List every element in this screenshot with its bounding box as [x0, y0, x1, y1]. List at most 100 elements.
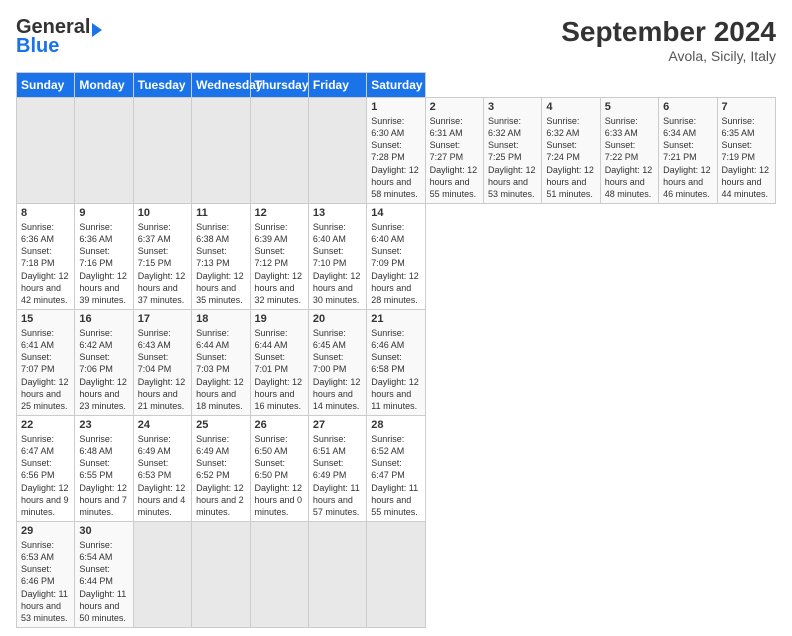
sunset-text: Sunset: 7:00 PM [313, 352, 347, 374]
day-info: Sunrise: 6:34 AMSunset: 7:21 PMDaylight:… [663, 115, 712, 200]
sunset-text: Sunset: 7:07 PM [21, 352, 55, 374]
sunset-text: Sunset: 6:55 PM [79, 458, 113, 480]
table-row: 2Sunrise: 6:31 AMSunset: 7:27 PMDaylight… [425, 98, 483, 204]
sunset-text: Sunset: 6:56 PM [21, 458, 55, 480]
table-row: 14 Sunrise: 6:40 AMSunset: 7:09 PMDayligh… [367, 203, 425, 309]
day-info: Sunrise: 6:40 AMSunset: 7:09 PMDaylight:… [371, 221, 420, 306]
day-number: 14 [371, 207, 420, 219]
day-info: Sunrise: 6:33 AMSunset: 7:22 PMDaylight:… [605, 115, 654, 200]
table-row: 15Sunrise: 6:41 AMSunset: 7:07 PMDayligh… [17, 309, 75, 415]
sunset-text: Sunset: 7:10 PM [313, 246, 347, 268]
daylight-text: Daylight: 12 hours and 46 minutes. [663, 165, 711, 199]
col-thursday: Thursday [250, 73, 308, 98]
day-number: 16 [79, 313, 128, 325]
table-row [75, 98, 133, 204]
day-info: Sunrise: 6:52 AMSunset: 6:47 PMDaylight:… [371, 433, 420, 518]
day-info: Sunrise: 6:49 AMSunset: 6:53 PMDaylight:… [138, 433, 187, 518]
calendar-week-row: 22Sunrise: 6:47 AMSunset: 6:56 PMDayligh… [17, 415, 776, 521]
sunset-text: Sunset: 7:12 PM [255, 246, 289, 268]
calendar-week-row: 15Sunrise: 6:41 AMSunset: 7:07 PMDayligh… [17, 309, 776, 415]
sunset-text: Sunset: 7:18 PM [21, 246, 55, 268]
daylight-text: Daylight: 12 hours and 14 minutes. [313, 377, 361, 411]
logo-text-block: General Blue [16, 16, 102, 58]
day-number: 13 [313, 207, 362, 219]
day-number: 27 [313, 419, 362, 431]
daylight-text: Daylight: 12 hours and 0 minutes. [255, 483, 303, 517]
daylight-text: Daylight: 12 hours and 16 minutes. [255, 377, 303, 411]
table-row: 3 Sunrise: 6:32 AMSunset: 7:25 PMDaylight… [484, 98, 542, 204]
day-info: Sunrise: 6:46 AMSunset: 6:58 PMDaylight:… [371, 327, 420, 412]
day-number: 6 [663, 101, 712, 113]
sunrise-text: Sunrise: 6:33 AM [605, 116, 638, 138]
sunset-text: Sunset: 6:44 PM [79, 564, 113, 586]
table-row: 24Sunrise: 6:49 AMSunset: 6:53 PMDayligh… [133, 415, 191, 521]
daylight-text: Daylight: 12 hours and 44 minutes. [722, 165, 770, 199]
table-row [192, 98, 250, 204]
daylight-text: Daylight: 12 hours and 4 minutes. [138, 483, 186, 517]
table-row [133, 98, 191, 204]
sunrise-text: Sunrise: 6:51 AM [313, 434, 346, 456]
daylight-text: Daylight: 12 hours and 30 minutes. [313, 271, 361, 305]
daylight-text: Daylight: 12 hours and 35 minutes. [196, 271, 244, 305]
daylight-text: Daylight: 12 hours and 58 minutes. [371, 165, 419, 199]
table-row: 17Sunrise: 6:43 AMSunset: 7:04 PMDayligh… [133, 309, 191, 415]
day-number: 3 [488, 101, 537, 113]
col-tuesday: Tuesday [133, 73, 191, 98]
table-row: 28Sunrise: 6:52 AMSunset: 6:47 PMDayligh… [367, 415, 425, 521]
col-saturday: Saturday [367, 73, 425, 98]
daylight-text: Daylight: 12 hours and 18 minutes. [196, 377, 244, 411]
daylight-text: Daylight: 12 hours and 7 minutes. [79, 483, 127, 517]
day-number: 26 [255, 419, 304, 431]
calendar-table: Sunday Monday Tuesday Wednesday Thursday… [16, 72, 776, 628]
day-info: Sunrise: 6:54 AMSunset: 6:44 PMDaylight:… [79, 539, 128, 624]
calendar-week-row: 1 Sunrise: 6:30 AMSunset: 7:28 PM Daylight… [17, 98, 776, 204]
table-row: 25Sunrise: 6:49 AMSunset: 6:52 PMDayligh… [192, 415, 250, 521]
calendar-week-row: 8 Sunrise: 6:36 AMSunset: 7:18 PM Daylight… [17, 203, 776, 309]
sunrise-text: Sunrise: 6:42 AM [79, 328, 112, 350]
sunrise-text: Sunrise: 6:38 AM [196, 222, 229, 244]
table-row: 6 Sunrise: 6:34 AMSunset: 7:21 PMDaylight… [659, 98, 717, 204]
daylight-text: Daylight: 12 hours and 48 minutes. [605, 165, 653, 199]
day-number: 9 [79, 207, 128, 219]
logo: General Blue [16, 16, 102, 58]
daylight-text: Daylight: 11 hours and 50 minutes. [79, 589, 126, 623]
day-number: 10 [138, 207, 187, 219]
daylight-text: Daylight: 11 hours and 53 minutes. [21, 589, 68, 623]
day-number: 8 [21, 207, 70, 219]
day-number: 1 [371, 101, 420, 113]
col-friday: Friday [308, 73, 366, 98]
header: General Blue September 2024 Avola, Sicil… [16, 16, 776, 64]
daylight-text: Daylight: 12 hours and 37 minutes. [138, 271, 186, 305]
daylight-text: Daylight: 12 hours and 2 minutes. [196, 483, 244, 517]
calendar-header-row: Sunday Monday Tuesday Wednesday Thursday… [17, 73, 776, 98]
day-number: 2 [430, 101, 479, 113]
day-info: Sunrise: 6:39 AMSunset: 7:12 PMDaylight:… [255, 221, 304, 306]
day-info: Sunrise: 6:47 AMSunset: 6:56 PMDaylight:… [21, 433, 70, 518]
day-number: 11 [196, 207, 245, 219]
day-number: 17 [138, 313, 187, 325]
sunrise-text: Sunrise: 6:44 AM [196, 328, 229, 350]
col-sunday: Sunday [17, 73, 75, 98]
sunrise-text: Sunrise: 6:43 AM [138, 328, 171, 350]
table-row: 16Sunrise: 6:42 AMSunset: 7:06 PMDayligh… [75, 309, 133, 415]
sunset-text: Sunset: 7:01 PM [255, 352, 289, 374]
sunset-text: Sunset: 7:28 PM [371, 140, 405, 162]
day-number: 19 [255, 313, 304, 325]
day-info: Sunrise: 6:32 AMSunset: 7:25 PMDaylight:… [488, 115, 537, 200]
sunset-text: Sunset: 6:49 PM [313, 458, 347, 480]
logo-blue: Blue [16, 35, 59, 58]
day-info: Sunrise: 6:53 AMSunset: 6:46 PMDaylight:… [21, 539, 70, 624]
day-number: 20 [313, 313, 362, 325]
day-number: 29 [21, 525, 70, 537]
sunset-text: Sunset: 7:24 PM [546, 140, 580, 162]
sunrise-text: Sunrise: 6:30 AM [371, 116, 404, 138]
calendar-subtitle: Avola, Sicily, Italy [561, 48, 776, 64]
daylight-text: Daylight: 12 hours and 25 minutes. [21, 377, 69, 411]
sunrise-text: Sunrise: 6:39 AM [255, 222, 288, 244]
table-row: 27Sunrise: 6:51 AMSunset: 6:49 PMDayligh… [308, 415, 366, 521]
sunrise-text: Sunrise: 6:36 AM [21, 222, 54, 244]
sunset-text: Sunset: 6:50 PM [255, 458, 289, 480]
table-row [308, 98, 366, 204]
table-row: 20Sunrise: 6:45 AMSunset: 7:00 PMDayligh… [308, 309, 366, 415]
sunset-text: Sunset: 7:13 PM [196, 246, 230, 268]
